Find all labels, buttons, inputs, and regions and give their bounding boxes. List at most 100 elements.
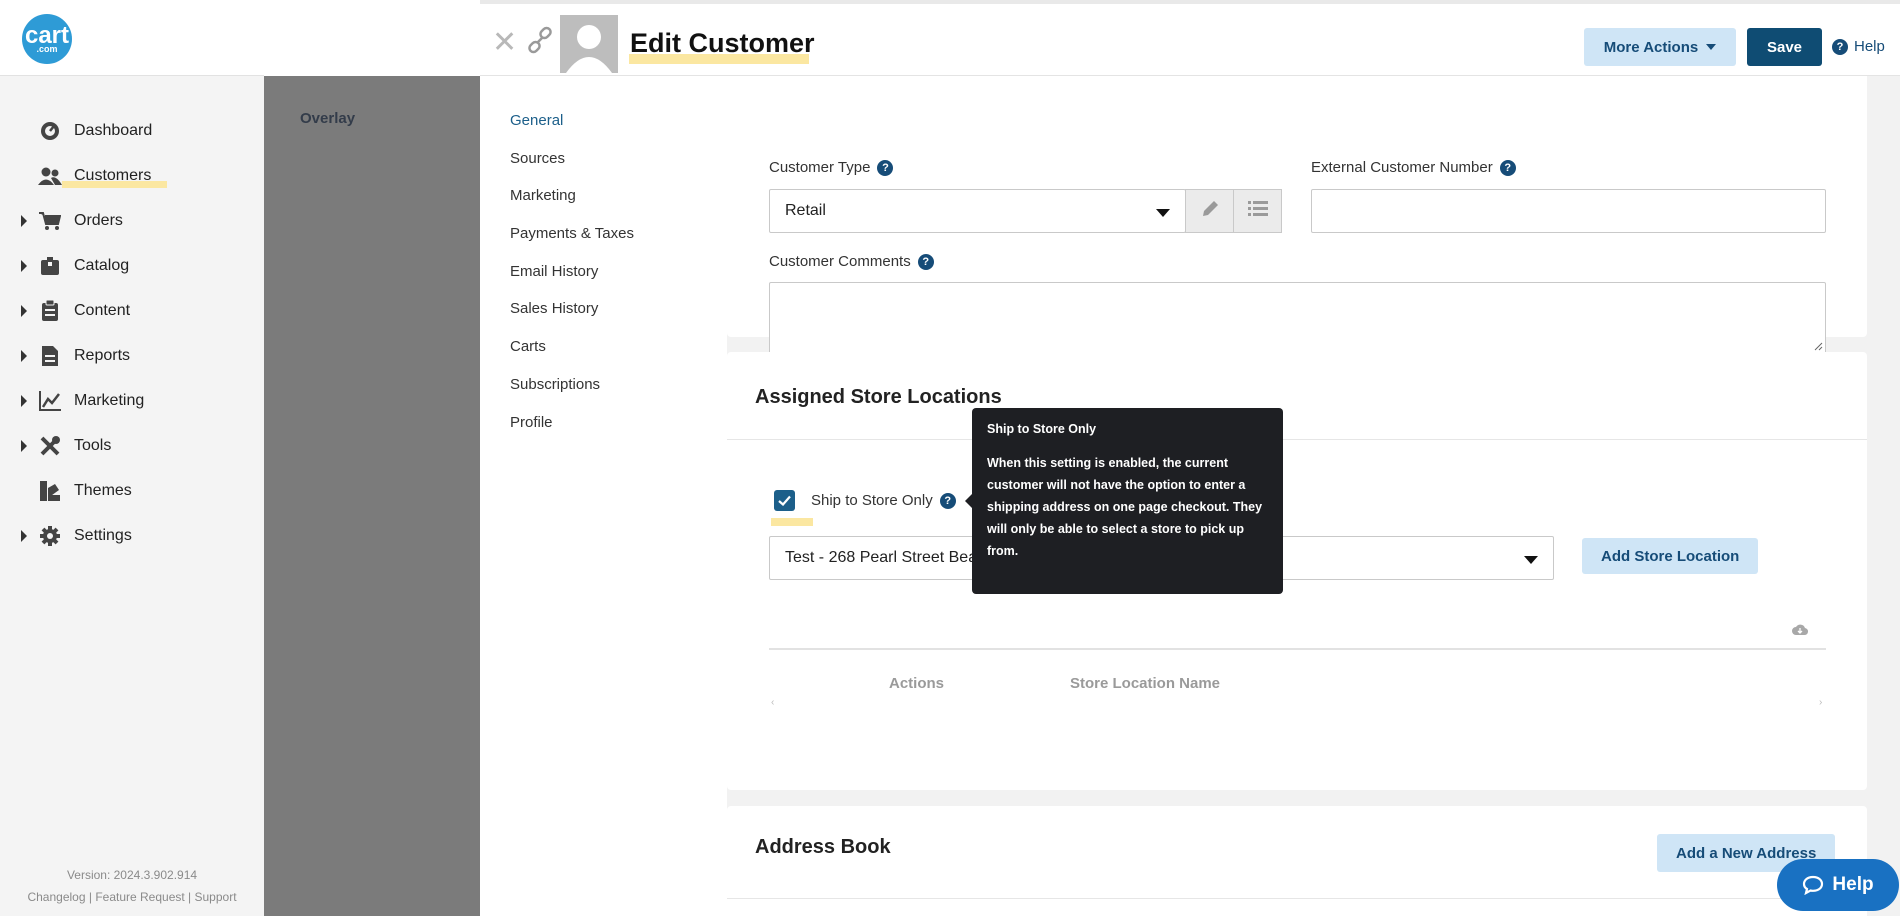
expand-caret-icon[interactable] [21,440,27,452]
close-icon[interactable]: ✕ [492,28,517,58]
customer-comments-label: Customer Comments ? [769,253,934,270]
cart-icon [38,210,62,232]
support-link[interactable]: Support [195,890,237,904]
tab-payments-taxes[interactable]: Payments & Taxes [510,225,634,242]
customer-comments-text: Customer Comments [769,253,911,270]
expand-caret-icon[interactable] [21,215,27,227]
add-store-location-button[interactable]: Add Store Location [1582,538,1759,574]
question-icon[interactable]: ? [939,492,956,509]
tooltip-body: When this setting is enabled, the curren… [987,456,1263,558]
tab-sales-history[interactable]: Sales History [510,300,598,317]
checkmark-icon [778,495,791,506]
card-divider [727,898,1867,899]
sidebar-item-themes[interactable]: Themes [0,468,264,513]
tab-profile[interactable]: Profile [510,414,553,431]
checkbox-highlight [771,518,813,526]
caret-down-icon [1524,556,1538,564]
cloud-download-icon[interactable] [1792,623,1809,641]
sidebar-item-marketing[interactable]: Marketing [0,378,264,423]
expand-caret-icon[interactable] [21,305,27,317]
customer-avatar [560,15,618,73]
external-number-label: External Customer Number ? [1311,159,1516,176]
ship-to-store-checkbox[interactable] [774,490,795,511]
sidebar-item-tools[interactable]: Tools [0,423,264,468]
sidebar-nav: Dashboard Customers Orders Catalog Conte… [0,108,264,558]
main-sidebar: cart .com Dashboard Customers Orders Cat… [0,0,264,916]
document-icon [38,345,62,367]
footer-links: Changelog | Feature Request | Support [0,886,264,908]
box-icon [38,255,62,277]
sidebar-item-orders[interactable]: Orders [0,198,264,243]
clipboard-icon [38,299,62,322]
column-header-actions[interactable]: Actions [889,675,944,692]
question-icon[interactable]: ? [877,159,894,176]
list-customer-types-button[interactable] [1233,189,1282,233]
main-content[interactable]: Customer Type ? Retail External Customer… [727,76,1900,916]
sidebar-item-catalog[interactable]: Catalog [0,243,264,288]
scroll-right-icon[interactable]: › [1819,697,1822,708]
expand-caret-icon[interactable] [21,395,27,407]
pencil-icon [1200,199,1220,224]
save-button[interactable]: Save [1747,28,1822,66]
column-header-store-location-name[interactable]: Store Location Name [1070,675,1220,692]
resize-handle-icon[interactable] [1814,342,1823,351]
question-icon[interactable]: ? [1499,159,1516,176]
sidebar-item-settings[interactable]: Settings [0,513,264,558]
palette-icon [38,480,62,502]
expand-caret-icon[interactable] [21,350,27,362]
expand-caret-icon[interactable] [21,530,27,542]
tab-marketing[interactable]: Marketing [510,187,576,204]
cart-logo[interactable]: cart .com [22,14,72,64]
floating-help-button[interactable]: Help [1777,859,1899,911]
tab-email-history[interactable]: Email History [510,263,598,280]
help-link[interactable]: ? Help [1832,38,1885,55]
tools-icon [38,435,62,457]
chart-icon [38,390,62,412]
sidebar-item-customers[interactable]: Customers [0,153,264,198]
customer-comments-textarea[interactable] [769,282,1826,354]
general-card: Customer Type ? Retail External Customer… [727,76,1867,354]
table-header-divider [769,648,1826,650]
page-header: ✕ Edit Customer More Actions Save ? Help [480,0,1900,76]
ship-to-store-label: Ship to Store Only ? [811,492,956,509]
store-locations-title: Assigned Store Locations [755,386,1002,408]
tab-sources[interactable]: Sources [510,150,565,167]
sidebar-item-label: Marketing [74,391,145,409]
ship-to-store-tooltip: Ship to Store Only When this setting is … [965,408,1283,594]
question-icon[interactable]: ? [917,253,934,270]
external-number-input[interactable] [1311,189,1826,233]
scroll-left-icon[interactable]: ‹ [771,697,774,708]
feature-request-link[interactable]: Feature Request [95,890,184,904]
tab-general[interactable]: General [510,112,563,129]
help-label: Help [1854,38,1885,55]
sidebar-item-label: Orders [74,211,123,229]
sidebar-item-label: Customers [74,166,152,184]
customer-type-select[interactable]: Retail [769,189,1186,233]
overlay-label: Overlay [300,110,356,127]
floating-help-label: Help [1832,874,1874,895]
list-icon [1247,200,1268,223]
expand-caret-icon[interactable] [21,260,27,272]
sidebar-item-reports[interactable]: Reports [0,333,264,378]
link-icon[interactable] [526,26,554,59]
dashboard-icon [38,120,62,142]
changelog-link[interactable]: Changelog [27,890,85,904]
external-number-text: External Customer Number [1311,159,1493,176]
address-book-title: Address Book [755,836,891,858]
chat-bubble-icon [1803,875,1824,895]
sidebar-item-label: Themes [74,481,132,499]
store-locations-card: Assigned Store Locations Ship to Store O… [727,352,1867,790]
overlay-panel[interactable]: Overlay [264,76,480,916]
gear-icon [38,525,62,547]
tab-carts[interactable]: Carts [510,338,546,355]
tab-subscriptions[interactable]: Subscriptions [510,376,600,393]
sidebar-item-dashboard[interactable]: Dashboard [0,108,264,153]
more-actions-button[interactable]: More Actions [1584,28,1736,66]
logo-sub: .com [36,44,58,54]
edit-customer-type-button[interactable] [1185,189,1234,233]
ship-to-store-text: Ship to Store Only [811,492,933,509]
sidebar-item-content[interactable]: Content [0,288,264,333]
customer-type-text: Customer Type [769,159,871,176]
sidebar-item-label: Reports [74,346,131,364]
sidebar-item-label: Dashboard [74,121,153,139]
